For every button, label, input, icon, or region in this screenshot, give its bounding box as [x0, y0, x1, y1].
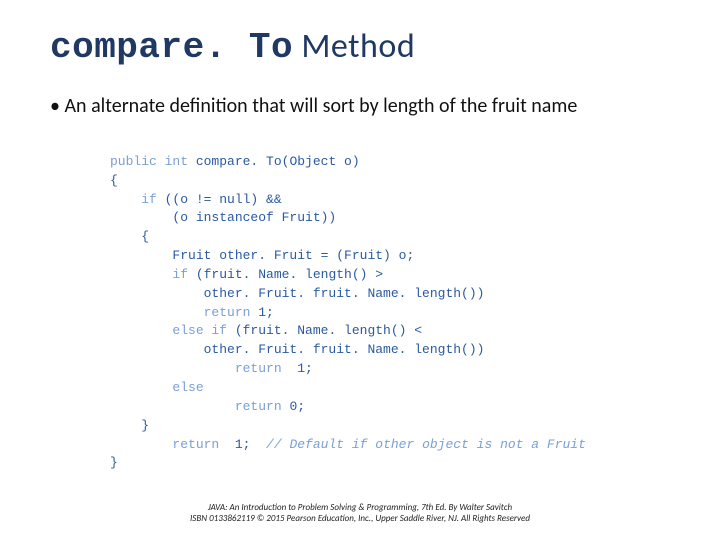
sig-rest: compare. To(Object o)	[196, 154, 360, 169]
ret3-val: 0;	[289, 399, 305, 414]
if1-cond2: (o instanceof Fruit))	[110, 210, 336, 225]
title-code-part: compare. To	[50, 27, 293, 68]
footer: JAVA: An Introduction to Problem Solving…	[0, 502, 720, 525]
brace-open-1: {	[110, 173, 118, 188]
kw-if-2: if	[110, 267, 196, 282]
ret1-val: 1;	[258, 305, 274, 320]
kw-return-3: return	[110, 399, 289, 414]
ret4-val: 1;	[235, 437, 266, 452]
ret2-val: 1;	[297, 361, 313, 376]
bullet-text: • An alternate definition that will sort…	[50, 94, 670, 118]
footer-line-1: JAVA: An Introduction to Problem Solving…	[0, 502, 720, 513]
slide-title: compare. To Method	[50, 30, 670, 66]
kw-return-1: return	[110, 305, 258, 320]
if2-cond2: other. Fruit. fruit. Name. length())	[110, 286, 484, 301]
code-block: public int compare. To(Object o) { if ((…	[110, 134, 670, 473]
elif-cond2: other. Fruit. fruit. Name. length())	[110, 342, 484, 357]
brace-close-2: }	[110, 418, 149, 433]
cast-line: Fruit other. Fruit = (Fruit) o;	[110, 248, 414, 263]
title-word-part: Method	[293, 26, 415, 67]
kw-public-int: public int	[110, 154, 196, 169]
kw-elseif: else if	[110, 323, 235, 338]
if2-cond1: (fruit. Name. length() >	[196, 267, 383, 282]
kw-if-1: if	[110, 192, 165, 207]
kw-return-4: return	[110, 437, 235, 452]
kw-else: else	[110, 380, 204, 395]
kw-return-2: return	[110, 361, 297, 376]
brace-open-2: {	[110, 229, 149, 244]
elif-cond1: (fruit. Name. length() <	[235, 323, 422, 338]
comment-default: // Default if other object is not a Frui…	[266, 437, 586, 452]
footer-line-2: ISBN 0133862119 © 2015 Pearson Education…	[0, 513, 720, 524]
slide: compare. To Method • An alternate defini…	[0, 0, 720, 540]
if1-cond: ((o != null) &&	[165, 192, 282, 207]
brace-close-1: }	[110, 455, 118, 470]
